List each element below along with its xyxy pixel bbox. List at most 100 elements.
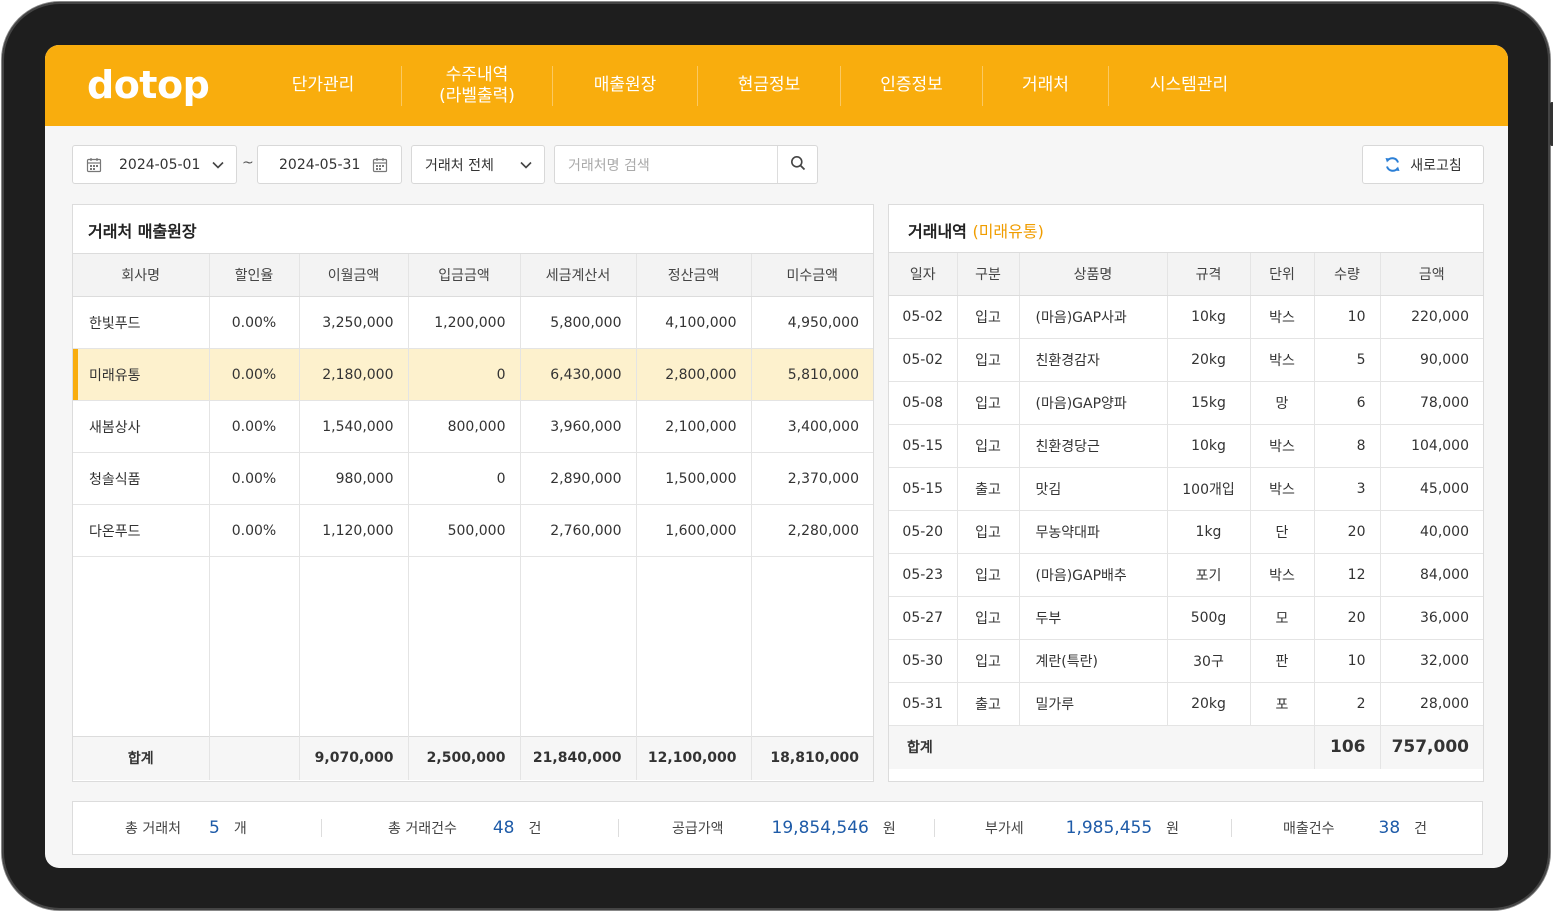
- summary-transactions: 총 거래건수 48 건: [388, 802, 541, 854]
- nav-item-orders[interactable]: 수주내역 (라벨출력): [402, 65, 552, 106]
- summary-unit: 원: [882, 821, 896, 837]
- column-header[interactable]: 이월금액: [298, 253, 408, 297]
- partner-select-value: 거래처 전체: [425, 157, 494, 174]
- table-row[interactable]: 05-08 입고 (마음)GAP양파 15kg 망 6 78,000: [889, 381, 1483, 425]
- summary-unit: 개: [233, 821, 247, 837]
- table-cell: 28,000: [1379, 682, 1483, 726]
- nav-item-cash[interactable]: 현금정보: [698, 66, 840, 106]
- table-cell: 무농약대파: [1018, 510, 1167, 554]
- table-row[interactable]: 05-15 입고 친환경당근 10kg 박스 8 104,000: [889, 424, 1483, 468]
- detail-title: 거래내역 (미래유통): [908, 218, 1044, 242]
- table-cell: 출고: [956, 682, 1019, 726]
- nav-item-sales-ledger[interactable]: 매출원장: [553, 66, 697, 106]
- column-header[interactable]: 단위: [1249, 252, 1314, 296]
- column-header[interactable]: 회사명: [73, 253, 209, 297]
- column-header[interactable]: 규격: [1166, 252, 1250, 296]
- end-date-picker[interactable]: 2024-05-31: [257, 145, 402, 184]
- total-cell: 2,500,000: [407, 736, 520, 780]
- ledger-table: 회사명 할인율 이월금액 입금금액 세금계산서 정산금액 미수금액 한빛푸드 0…: [73, 253, 873, 780]
- table-row[interactable]: 05-23 입고 (마음)GAP배추 포기 박스 12 84,000: [889, 553, 1483, 597]
- table-cell: 5,810,000: [750, 348, 873, 401]
- tablet-frame: dotop 단가관리 수주내역 (라벨출력) 매출원장 현금정보 인증정보 거래…: [2, 2, 1553, 910]
- column-header[interactable]: 일자: [889, 252, 957, 296]
- column-header[interactable]: 수량: [1313, 252, 1380, 296]
- nav-item-certification[interactable]: 인증정보: [841, 66, 982, 106]
- summary-unit: 건: [1414, 821, 1428, 837]
- table-cell: 단: [1249, 510, 1314, 554]
- table-cell: 포기: [1166, 553, 1250, 597]
- table-row[interactable]: 05-30 입고 계란(특란) 30구 판 10 32,000: [889, 639, 1483, 683]
- table-cell: 1,600,000: [635, 504, 751, 557]
- table-cell: 입고: [956, 639, 1019, 683]
- table-row[interactable]: 05-20 입고 무농약대파 1kg 단 20 40,000: [889, 510, 1483, 554]
- table-row[interactable]: 새봄상사 0.00% 1,540,000 800,000 3,960,000 2…: [73, 400, 873, 453]
- table-cell: 2,890,000: [519, 452, 636, 505]
- start-date-picker[interactable]: 2024-05-01: [72, 145, 237, 184]
- total-cell: 9,070,000: [298, 736, 408, 780]
- table-cell: 05-27: [889, 596, 957, 640]
- search-button[interactable]: [777, 146, 817, 183]
- table-cell: 1,200,000: [407, 296, 520, 349]
- column-header[interactable]: 구분: [956, 252, 1019, 296]
- table-cell: [208, 736, 299, 780]
- end-date-value: 2024-05-31: [279, 156, 361, 173]
- column-header[interactable]: 미수금액: [750, 253, 873, 297]
- column-header[interactable]: 세금계산서: [519, 253, 636, 297]
- table-row[interactable]: 청솔식품 0.00% 980,000 0 2,890,000 1,500,000…: [73, 452, 873, 505]
- table-cell: 출고: [956, 467, 1019, 511]
- table-cell: 밀가루: [1018, 682, 1167, 726]
- detail-total-row: 합계 106 757,000: [889, 725, 1483, 769]
- table-cell: 100개입: [1166, 467, 1250, 511]
- summary-label: 총 거래건수: [388, 821, 457, 837]
- calendar-icon: [372, 157, 388, 177]
- table-row[interactable]: 05-02 입고 친환경감자 20kg 박스 5 90,000: [889, 338, 1483, 382]
- nav-item-partners[interactable]: 거래처: [983, 66, 1108, 106]
- table-cell: 78,000: [1379, 381, 1483, 425]
- partner-select[interactable]: 거래처 전체: [411, 145, 545, 184]
- table-cell: 망: [1249, 381, 1314, 425]
- table-row[interactable]: 05-15 출고 맛김 100개입 박스 3 45,000: [889, 467, 1483, 511]
- column-header[interactable]: 할인율: [208, 253, 299, 297]
- table-cell: 104,000: [1379, 424, 1483, 468]
- search-icon: [790, 155, 806, 175]
- table-cell: 20kg: [1166, 682, 1250, 726]
- summary-label: 총 거래처: [125, 821, 181, 837]
- table-row-selected[interactable]: 미래유통 0.00% 2,180,000 0 6,430,000 2,800,0…: [73, 348, 873, 401]
- table-cell: 05-15: [889, 467, 957, 511]
- partner-search-field[interactable]: 거래처명 검색: [554, 145, 818, 184]
- table-row[interactable]: 05-27 입고 두부 500g 모 20 36,000: [889, 596, 1483, 640]
- refresh-button[interactable]: 새로고침: [1362, 145, 1484, 184]
- table-row[interactable]: 05-02 입고 (마음)GAP사과 10kg 박스 10 220,000: [889, 295, 1483, 339]
- table-cell: 36,000: [1379, 596, 1483, 640]
- table-cell: 모: [1249, 596, 1314, 640]
- table-cell: 한빛푸드: [73, 296, 209, 349]
- table-row[interactable]: 05-31 출고 밀가루 20kg 포 2 28,000: [889, 682, 1483, 726]
- table-cell: 05-23: [889, 553, 957, 597]
- column-header[interactable]: 정산금액: [635, 253, 751, 297]
- table-cell: 980,000: [298, 452, 408, 505]
- summary-bar: 총 거래처 5 개 총 거래건수 48 건 공급가액 19,854,546 원 …: [72, 801, 1483, 855]
- table-cell: 30구: [1166, 639, 1250, 683]
- table-cell: 90,000: [1379, 338, 1483, 382]
- summary-divider: [618, 819, 619, 837]
- table-row[interactable]: 한빛푸드 0.00% 3,250,000 1,200,000 5,800,000…: [73, 296, 873, 349]
- summary-value: 1,985,455: [1065, 818, 1153, 838]
- table-cell: 800,000: [407, 400, 520, 453]
- table-cell: 20: [1313, 596, 1380, 640]
- nav-item-system[interactable]: 시스템관리: [1109, 66, 1269, 106]
- column-header[interactable]: 입금금액: [407, 253, 520, 297]
- column-header[interactable]: 상품명: [1018, 252, 1167, 296]
- column-header[interactable]: 금액: [1379, 252, 1483, 296]
- table-cell: 두부: [1018, 596, 1167, 640]
- table-cell: 05-15: [889, 424, 957, 468]
- summary-sales-count: 매출건수 38 건: [1283, 802, 1427, 854]
- detail-title-text: 거래내역: [908, 222, 967, 241]
- table-cell: 2,800,000: [635, 348, 751, 401]
- table-row[interactable]: 다온푸드 0.00% 1,120,000 500,000 2,760,000 1…: [73, 504, 873, 557]
- nav-item-price[interactable]: 단가관리: [245, 66, 401, 106]
- table-cell: 맛김: [1018, 467, 1167, 511]
- table-cell: 입고: [956, 596, 1019, 640]
- table-cell: (마음)GAP양파: [1018, 381, 1167, 425]
- logo[interactable]: dotop: [87, 63, 210, 107]
- table-cell: 84,000: [1379, 553, 1483, 597]
